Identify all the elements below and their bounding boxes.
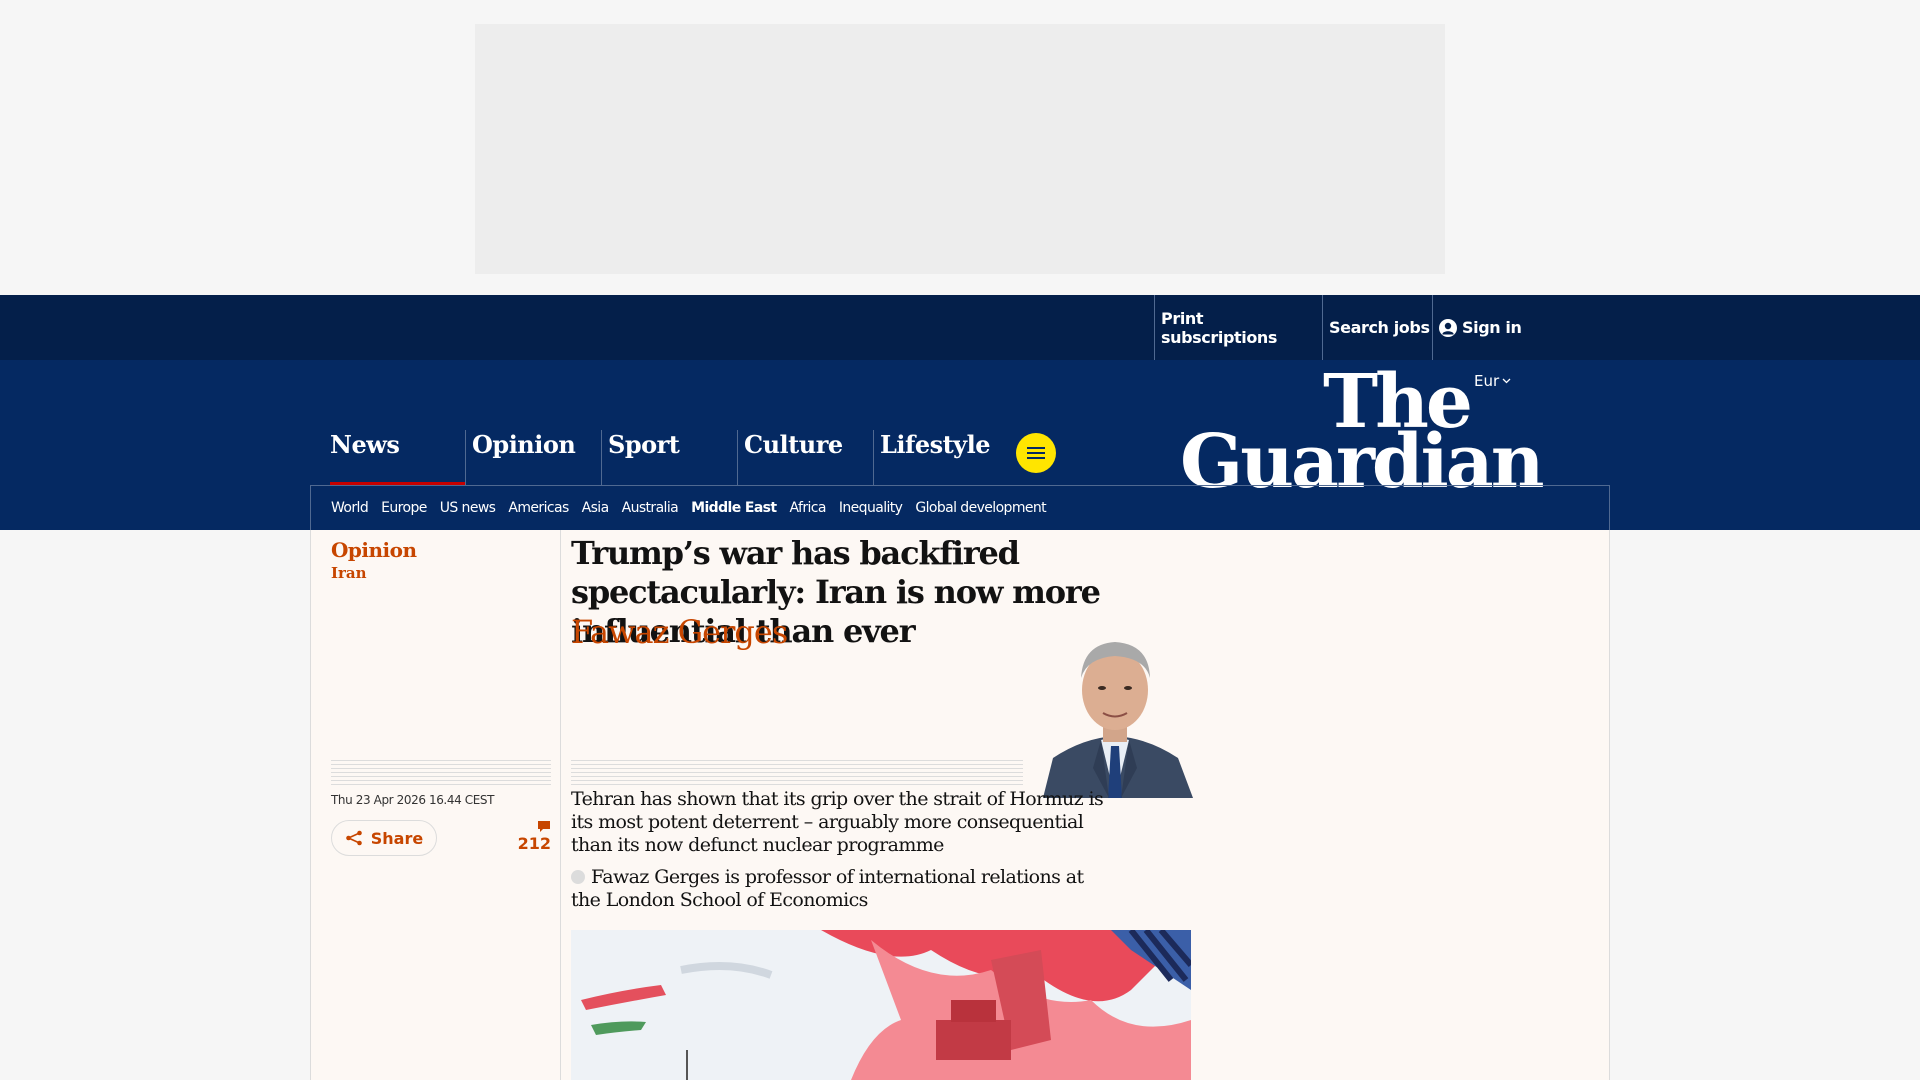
share-icon (345, 830, 362, 846)
pillar-lifestyle[interactable]: Lifestyle (873, 430, 1009, 486)
section-kicker: Opinion Iran (331, 538, 417, 582)
search-jobs-link[interactable]: Search jobs (1322, 295, 1432, 360)
subnav: World Europe US news Americas Asia Austr… (310, 485, 1610, 530)
guardian-logo[interactable]: The Guardian (1180, 365, 1545, 499)
bio-bullet-icon (571, 870, 585, 884)
print-subscriptions-label: Print subscriptions (1161, 308, 1278, 347)
sign-in-label: Sign in (1462, 318, 1522, 337)
ad-band (0, 0, 1920, 295)
masthead: Eur The Guardian News Opinion Sport Cult… (0, 360, 1920, 530)
subnav-middle-east[interactable]: Middle East (691, 500, 777, 516)
pillar-sport[interactable]: Sport (601, 430, 737, 486)
series-label[interactable]: Iran (331, 564, 417, 582)
comment-icon (538, 821, 550, 832)
headline-divider-lines (571, 760, 1031, 786)
author-bio-text: Fawaz Gerges is professor of internation… (571, 866, 1084, 911)
comment-count-link[interactable]: 212 (511, 820, 551, 853)
sign-in-link[interactable]: Sign in (1432, 295, 1532, 360)
divider-lines (331, 760, 551, 786)
subnav-africa[interactable]: Africa (790, 500, 827, 516)
pillar-opinion[interactable]: Opinion (465, 430, 601, 486)
subnav-world[interactable]: World (331, 500, 369, 516)
article-byline[interactable]: Fawaz Gerges (571, 613, 788, 651)
advertisement-slot (475, 24, 1445, 274)
pillar-culture[interactable]: Culture (737, 430, 873, 486)
pillar-news[interactable]: News (324, 430, 466, 486)
search-jobs-label: Search jobs (1329, 318, 1430, 337)
share-button[interactable]: Share (331, 820, 437, 856)
hamburger-icon (1027, 447, 1045, 449)
subnav-asia[interactable]: Asia (582, 500, 610, 516)
subnav-americas[interactable]: Americas (508, 500, 569, 516)
subnav-us-news[interactable]: US news (440, 500, 496, 516)
subnav-global-development[interactable]: Global development (915, 500, 1046, 516)
share-label: Share (370, 828, 424, 848)
menu-button[interactable] (1016, 433, 1056, 473)
article-container: Opinion Iran Thu 23 Apr 2026 16.44 CEST … (310, 530, 1610, 1080)
subnav-australia[interactable]: Australia (622, 500, 679, 516)
article-standfirst: Tehran has shown that its grip over the … (571, 788, 1104, 856)
subnav-europe[interactable]: Europe (381, 500, 427, 516)
article-dateline: Thu 23 Apr 2026 16.44 CEST (331, 793, 495, 807)
author-bio: Fawaz Gerges is professor of internation… (571, 866, 1111, 912)
article-main-image[interactable] (571, 930, 1191, 1080)
article-meta-column: Opinion Iran Thu 23 Apr 2026 16.44 CEST … (311, 530, 561, 1080)
author-portrait (1023, 618, 1208, 798)
comment-count: 212 (517, 834, 551, 853)
section-label[interactable]: Opinion (331, 538, 417, 562)
user-circle-icon (1439, 318, 1457, 337)
print-subscriptions-link[interactable]: Print subscriptions (1154, 295, 1322, 360)
subnav-inequality[interactable]: Inequality (839, 500, 903, 516)
utility-bar: Print subscriptions Search jobs Sign in (0, 295, 1920, 360)
